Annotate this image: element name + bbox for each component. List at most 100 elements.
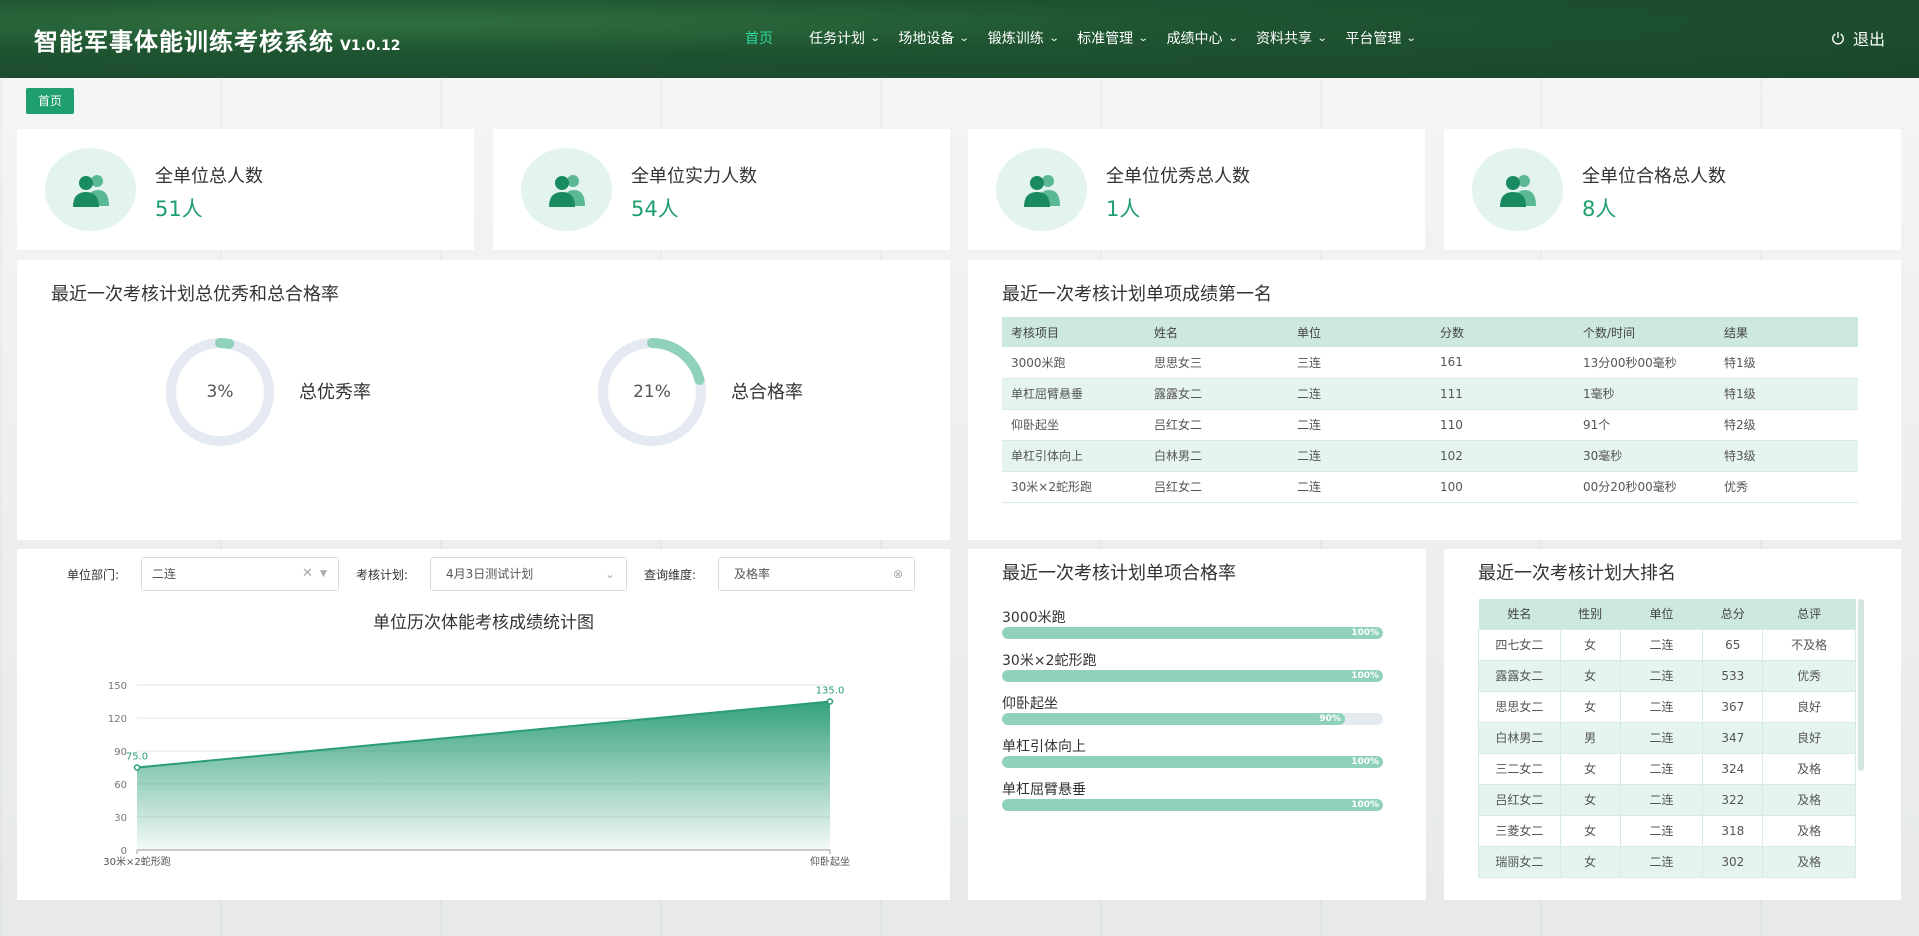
stat-label: 全单位总人数 [155, 166, 263, 187]
dimension-select[interactable]: 及格率 ⊗ [718, 557, 915, 591]
table-cell: 吕红女二 [1145, 409, 1288, 441]
table-cell: 二连 [1288, 409, 1431, 441]
pass-rate-percent: 100% [1351, 671, 1379, 681]
table-cell: 女 [1559, 659, 1621, 692]
table-row: 三菱女二女二连 318 及格 [1478, 814, 1856, 847]
table-cell: 女 [1559, 628, 1621, 661]
dept-select[interactable]: 二连 ✕ ▼ [141, 557, 339, 591]
table-cell: 女 [1559, 690, 1621, 723]
nav-item-4[interactable]: 标准管理 ⌄ [1077, 28, 1149, 48]
clear-circle-icon[interactable]: ⊗ [893, 558, 903, 590]
table-cell: 吕红女二 [1478, 783, 1561, 816]
table-row: 三二女二女二连 324 及格 [1478, 752, 1856, 785]
clear-icon[interactable]: ✕ [302, 558, 313, 590]
table-cell: 及格 [1762, 845, 1856, 878]
table-row: 3000米跑 思思女三 三连 161 13分00秒00毫秒 特1级 [1002, 347, 1858, 379]
chevron-down-icon: ⌄ [1227, 32, 1239, 44]
pass-rate-bar-fill: 100% [1002, 627, 1383, 639]
table-cell: 二连 [1288, 471, 1431, 503]
ranking-card: 最近一次考核计划大排名 姓名 性别 单位 总分 总评 四七女二女二连 65 不及格 露露女二女… [1444, 549, 1901, 900]
table-cell: 女 [1559, 845, 1621, 878]
app-title: 智能军事体能训练考核系统 V1.0.12 [34, 28, 401, 56]
data-label: 75.0 [126, 752, 148, 763]
table-cell: 男 [1559, 721, 1621, 754]
table-cell: 302 [1702, 845, 1764, 878]
table-cell: 1毫秒 [1574, 378, 1715, 410]
column-header: 姓名 [1145, 317, 1288, 347]
table-cell: 二连 [1288, 440, 1431, 472]
y-tick-label: 30 [114, 813, 127, 824]
chevron-down-icon: ⌄ [1137, 32, 1149, 44]
pass-rate-bar: 100% [1002, 799, 1383, 811]
data-label: 135.0 [816, 686, 845, 697]
users-icon-badge [521, 148, 612, 231]
y-tick-label: 60 [114, 780, 127, 791]
table-cell: 露露女二 [1478, 659, 1561, 692]
dept-select-value: 二连 [152, 567, 177, 581]
table-cell: 二连 [1619, 783, 1704, 816]
nav-item-5[interactable]: 成绩中心 ⌄ [1166, 28, 1239, 48]
nav-item-2[interactable]: 场地设备 ⌄ [898, 28, 971, 48]
users-icon-badge [45, 148, 136, 231]
app-version: V1.0.12 [340, 38, 401, 54]
pass-rate-item-name: 3000米跑 [1002, 610, 1066, 626]
table-cell: 及格 [1762, 814, 1856, 847]
table-cell: 367 [1702, 690, 1764, 723]
table-cell: 二连 [1619, 690, 1704, 723]
column-header: 结果 [1715, 317, 1858, 347]
table-cell: 仰卧起坐 [1002, 409, 1145, 441]
main-nav: 首页 任务计划 ⌄ 场地设备 ⌄ 锻炼训练 ⌄ 标准管理 ⌄ 成绩中心 ⌄ 资料共享 ⌄ 平台管理 ⌄ [745, 28, 1435, 48]
stat-card-1: 全单位实力人数 54人 [493, 129, 950, 250]
column-header: 性别 [1560, 599, 1621, 629]
pass-rate-percent: 100% [1351, 628, 1379, 638]
table-cell: 良好 [1762, 721, 1856, 754]
table-cell: 100 [1431, 471, 1574, 503]
data-point[interactable] [826, 698, 834, 705]
pass-rate-title: 最近一次考核计划单项合格率 [1002, 563, 1236, 584]
chevron-down-icon: ⌄ [959, 32, 971, 44]
table-row: 30米×2蛇形跑 吕红女二 二连 100 00分20秒00毫秒 优秀 [1002, 471, 1858, 503]
column-header: 个数/时间 [1574, 317, 1715, 347]
logout-button[interactable]: 退出 [1831, 26, 1885, 50]
table-cell: 13分00秒00毫秒 [1574, 347, 1715, 379]
chevron-down-icon: ⌄ [869, 32, 881, 44]
table-row: 单杠引体向上 白林男二 二连 102 30毫秒 特3级 [1002, 440, 1858, 472]
users-icon [1499, 174, 1536, 207]
table-cell: 良好 [1762, 690, 1856, 723]
stat-value: 54人 [631, 197, 679, 221]
breadcrumb-home[interactable]: 首页 [26, 88, 75, 114]
pass-rate-percent: 90% [1319, 714, 1341, 724]
table-cell: 三菱女二 [1478, 814, 1561, 847]
table-cell: 四七女二 [1478, 628, 1561, 661]
pass-rate-item-name: 仰卧起坐 [1002, 696, 1058, 712]
data-point[interactable] [133, 764, 141, 771]
table-row: 单杠屈臂悬垂 露露女二 二连 111 1毫秒 特1级 [1002, 378, 1858, 410]
nav-item-label: 任务计划 [809, 31, 865, 47]
nav-item-6[interactable]: 资料共享 ⌄ [1256, 28, 1328, 48]
top-scores-title: 最近一次考核计划单项成绩第一名 [1002, 284, 1272, 305]
nav-item-label: 成绩中心 [1166, 31, 1223, 47]
top-header: 智能军事体能训练考核系统 V1.0.12 首页 任务计划 ⌄ 场地设备 ⌄ 锻炼训练 ⌄ 标准管… [0, 0, 1919, 78]
pass-rate-bar-fill: 100% [1002, 799, 1383, 811]
plan-select[interactable]: 4月3日测试计划 ⌄ [430, 557, 627, 591]
nav-item-1[interactable]: 任务计划 ⌄ [809, 28, 881, 48]
table-cell: 二连 [1619, 721, 1704, 754]
column-header: 总评 [1762, 599, 1856, 629]
table-cell: 女 [1559, 752, 1621, 785]
ranking-scrollbar[interactable] [1858, 599, 1864, 771]
table-cell: 30米×2蛇形跑 [1002, 471, 1145, 503]
nav-item-7[interactable]: 平台管理 ⌄ [1345, 28, 1417, 48]
users-icon [548, 174, 585, 207]
nav-item-0[interactable]: 首页 [745, 28, 773, 48]
table-cell: 思思女三 [1145, 347, 1288, 379]
nav-item-3[interactable]: 锻炼训练 ⌄ [988, 28, 1060, 48]
table-cell: 及格 [1762, 783, 1856, 816]
table-row: 吕红女二女二连 322 及格 [1478, 783, 1856, 816]
table-cell: 女 [1559, 783, 1621, 816]
table-cell: 思思女二 [1478, 690, 1561, 723]
table-cell: 二连 [1619, 814, 1704, 847]
pass-rate-bar: 100% [1002, 627, 1383, 639]
area-fill [137, 701, 830, 850]
y-tick-label: 120 [108, 714, 127, 725]
ranking-title: 最近一次考核计划大排名 [1478, 563, 1676, 584]
